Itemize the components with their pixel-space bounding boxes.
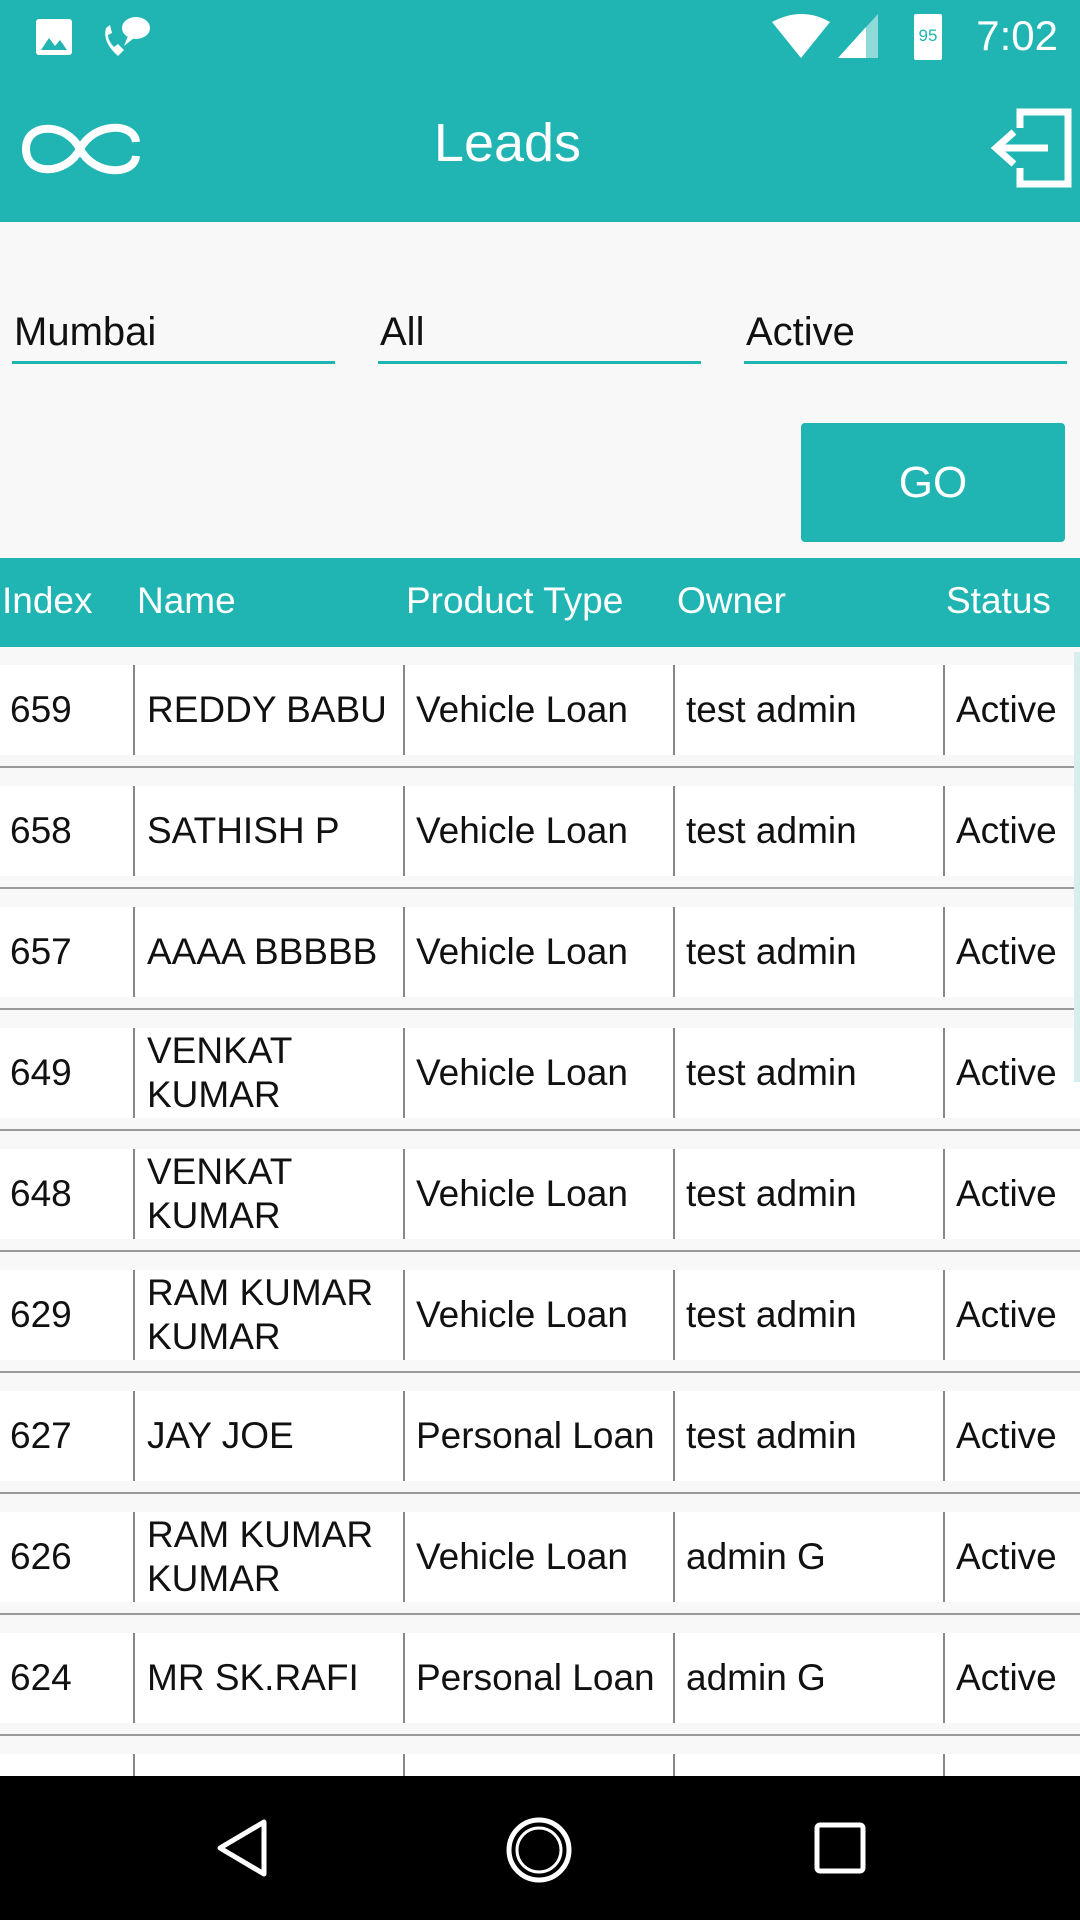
- cell-name: AAAA BBBBB: [133, 907, 403, 997]
- table-header: Index Name Product Type Owner Status: [0, 558, 1080, 647]
- signal-icon: [838, 14, 878, 58]
- cell-status: Active: [943, 907, 1080, 997]
- header-status: Status: [946, 580, 1051, 621]
- clock: 7:02: [976, 12, 1058, 59]
- cell-product-type: Vehicle Loan: [403, 1149, 673, 1239]
- table-row[interactable]: 627 JAY JOE Personal Loan test admin Active: [0, 1373, 1080, 1494]
- table-row[interactable]: 626 RAM KUMAR KUMAR Vehicle Loan admin G Act…: [0, 1494, 1080, 1615]
- cell-owner: test admin: [673, 1149, 943, 1239]
- cell-product-type: [403, 1754, 673, 1776]
- go-button[interactable]: GO: [801, 423, 1065, 542]
- cell-product-type: Vehicle Loan: [403, 786, 673, 876]
- cell-status: Active: [943, 665, 1080, 755]
- recents-icon[interactable]: [814, 1822, 866, 1874]
- cell-index: [0, 1754, 133, 1776]
- header-index: Index: [2, 580, 93, 621]
- cell-owner: admin G: [673, 1633, 943, 1723]
- cell-status: Active: [943, 1270, 1080, 1360]
- table-row[interactable]: 624 MR SK.RAFI Personal Loan admin G Active: [0, 1615, 1080, 1736]
- cell-owner: test admin: [673, 907, 943, 997]
- wifi-call-icon: [105, 17, 150, 56]
- cell-owner: test admin: [673, 1391, 943, 1481]
- cell-index: 658: [0, 786, 133, 876]
- table-row[interactable]: 657 AAAA BBBBB Vehicle Loan test admin Activ…: [0, 889, 1080, 1010]
- cell-index: 624: [0, 1633, 133, 1723]
- cell-index: 627: [0, 1391, 133, 1481]
- cell-name: REDDY BABU: [133, 665, 403, 755]
- cell-status: Active: [943, 1028, 1080, 1118]
- header-product-type: Product Type: [406, 580, 624, 621]
- table-row[interactable]: 648 VENKAT KUMAR Vehicle Loan test admin Act…: [0, 1131, 1080, 1252]
- header-name: Name: [137, 580, 236, 621]
- cell-product-type: Vehicle Loan: [403, 907, 673, 997]
- home-icon[interactable]: [505, 1816, 573, 1884]
- cell-product-type: Vehicle Loan: [403, 1028, 673, 1118]
- cell-name: JAY JOE: [133, 1391, 403, 1481]
- wifi-icon: [772, 14, 830, 58]
- cell-owner: test admin: [673, 1028, 943, 1118]
- cell-status: Active: [943, 1633, 1080, 1723]
- leads-table: 659 REDDY BABU Vehicle Loan test admin Activ…: [0, 647, 1080, 1776]
- cell-product-type: Vehicle Loan: [403, 665, 673, 755]
- cell-index: 659: [0, 665, 133, 755]
- status-bar: 95 7:02: [0, 0, 1080, 76]
- battery-icon: 95: [914, 14, 942, 60]
- header-owner: Owner: [677, 580, 786, 621]
- table-row[interactable]: 658 SATHISH P Vehicle Loan test admin Active: [0, 768, 1080, 889]
- status-select[interactable]: Active: [744, 300, 1067, 364]
- table-row[interactable]: SHARATH: [0, 1736, 1080, 1776]
- scrollbar[interactable]: [1074, 652, 1080, 1082]
- app-bar: Leads: [0, 76, 1080, 222]
- cell-product-type: Personal Loan: [403, 1633, 673, 1723]
- page-title: Leads: [433, 113, 582, 173]
- cell-name: SHARATH: [133, 1754, 403, 1776]
- cell-status: [943, 1754, 1080, 1776]
- city-select[interactable]: Mumbai: [12, 300, 335, 364]
- cell-product-type: Vehicle Loan: [403, 1270, 673, 1360]
- cell-product-type: Personal Loan: [403, 1391, 673, 1481]
- cell-product-type: Vehicle Loan: [403, 1512, 673, 1602]
- cell-status: Active: [943, 1391, 1080, 1481]
- product-select[interactable]: All: [378, 300, 701, 364]
- table-row[interactable]: 629 RAM KUMAR KUMAR Vehicle Loan test admin…: [0, 1252, 1080, 1373]
- cell-name: RAM KUMAR KUMAR: [133, 1512, 403, 1602]
- navigation-bar: [0, 1776, 1080, 1920]
- cell-name: RAM KUMAR KUMAR: [133, 1270, 403, 1360]
- cell-name: VENKAT KUMAR: [133, 1028, 403, 1118]
- cell-index: 648: [0, 1149, 133, 1239]
- table-row[interactable]: 659 REDDY BABU Vehicle Loan test admin Activ…: [0, 647, 1080, 768]
- cell-owner: test admin: [673, 665, 943, 755]
- cell-status: Active: [943, 786, 1080, 876]
- cell-owner: [673, 1754, 943, 1776]
- cell-index: 657: [0, 907, 133, 997]
- image-icon: [36, 19, 72, 55]
- cell-index: 649: [0, 1028, 133, 1118]
- cell-index: 629: [0, 1270, 133, 1360]
- cell-status: Active: [943, 1512, 1080, 1602]
- cell-owner: admin G: [673, 1512, 943, 1602]
- cell-owner: test admin: [673, 1270, 943, 1360]
- cell-name: MR SK.RAFI: [133, 1633, 403, 1723]
- cell-owner: test admin: [673, 786, 943, 876]
- logout-icon[interactable]: [984, 106, 1074, 190]
- back-icon[interactable]: [214, 1818, 270, 1878]
- cell-index: 626: [0, 1512, 133, 1602]
- table-row[interactable]: 649 VENKAT KUMAR Vehicle Loan test admin Act…: [0, 1010, 1080, 1131]
- cell-name: SATHISH P: [133, 786, 403, 876]
- cell-name: VENKAT KUMAR: [133, 1149, 403, 1239]
- cell-status: Active: [943, 1149, 1080, 1239]
